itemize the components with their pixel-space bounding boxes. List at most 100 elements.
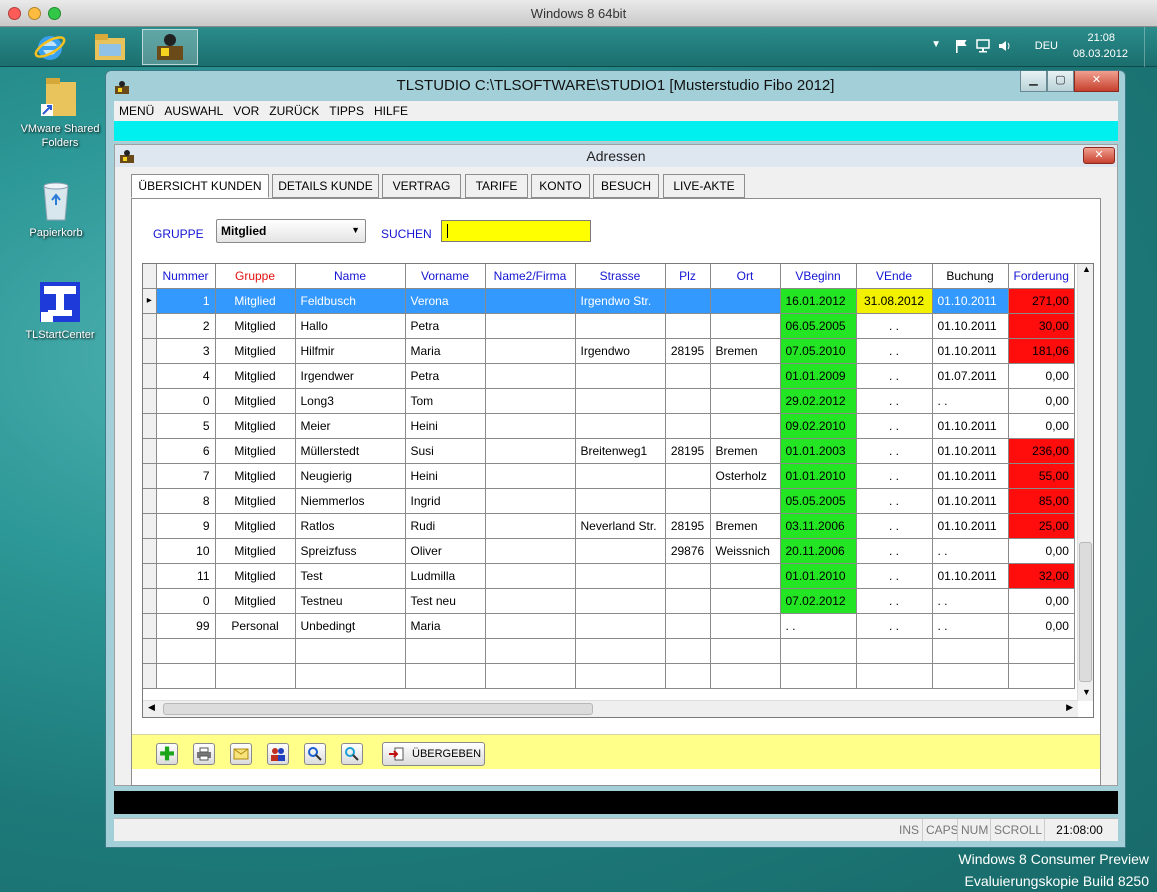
cell-name2-firma[interactable] xyxy=(485,338,576,364)
cell-ort[interactable] xyxy=(710,388,781,414)
cell-plz[interactable]: 28195 xyxy=(665,438,711,464)
cell-name2-firma[interactable] xyxy=(485,413,576,439)
cell-name2-firma[interactable] xyxy=(485,438,576,464)
cell-vbeginn[interactable]: 01.01.2009 xyxy=(780,363,857,389)
row-indicator[interactable] xyxy=(143,563,157,589)
cell-vbeginn[interactable]: 16.01.2012 xyxy=(780,288,857,314)
cell-buchung[interactable]: 01.10.2011 xyxy=(932,438,1009,464)
scroll-down-icon[interactable]: ▼ xyxy=(1082,687,1091,697)
child-close-button[interactable]: ✕ xyxy=(1083,147,1115,164)
cell-gruppe[interactable]: Mitglied xyxy=(215,363,296,389)
table-row[interactable]: 0 Mitglied Testneu Test neu 07.02.2012. .. .… xyxy=(143,588,1075,614)
table-row[interactable]: 8 Mitglied Niemmerlos Ingrid 05.05.2005. . 01… xyxy=(143,488,1075,514)
cell-nummer[interactable]: 9 xyxy=(156,513,216,539)
tab-details-kunde[interactable]: DETAILS KUNDE xyxy=(272,174,379,198)
cell-vorname[interactable]: Verona xyxy=(405,288,486,314)
cell-ort[interactable] xyxy=(710,313,781,339)
table-row[interactable]: 2 Mitglied Hallo Petra 06.05.2005. . 01.10.20… xyxy=(143,313,1075,339)
tlstudio-app-icon[interactable] xyxy=(142,29,198,65)
cell-vorname[interactable]: Maria xyxy=(405,338,486,364)
cell-vorname[interactable]: Heini xyxy=(405,413,486,439)
cell-nummer[interactable]: 0 xyxy=(156,388,216,414)
column-header-strasse[interactable]: Strasse xyxy=(575,264,666,289)
cell-gruppe[interactable]: Mitglied xyxy=(215,338,296,364)
cell-gruppe[interactable]: Mitglied xyxy=(215,438,296,464)
zoom-light-icon[interactable] xyxy=(48,7,61,20)
kunden-table[interactable]: Nummer Gruppe Name Vorname Name2/Firma S… xyxy=(142,263,1094,718)
cell-strasse[interactable] xyxy=(575,588,666,614)
uebergeben-button[interactable]: ÜBERGEBEN xyxy=(382,742,485,766)
cell-vbeginn[interactable]: 06.05.2005 xyxy=(780,313,857,339)
maximize-button[interactable]: ▢ xyxy=(1047,71,1074,92)
cell-plz[interactable] xyxy=(665,613,711,639)
cell-vbeginn[interactable]: 01.01.2010 xyxy=(780,563,857,589)
cell-vorname[interactable]: Oliver xyxy=(405,538,486,564)
cell-plz[interactable] xyxy=(665,388,711,414)
cell-plz[interactable] xyxy=(665,488,711,514)
cell-vorname[interactable]: Maria xyxy=(405,613,486,639)
cell-nummer[interactable]: 7 xyxy=(156,463,216,489)
menu-item-tipps[interactable]: TIPPS xyxy=(324,101,369,121)
horizontal-scroll-thumb[interactable] xyxy=(163,703,593,715)
cell-vbeginn[interactable]: . . xyxy=(780,613,857,639)
table-row[interactable]: 7 Mitglied Neugierig Heini Osterholz 01.01.20… xyxy=(143,463,1075,489)
cell-vende[interactable]: . . xyxy=(856,538,933,564)
cell-gruppe[interactable]: Mitglied xyxy=(215,413,296,439)
column-header-name[interactable]: Name xyxy=(295,264,406,289)
cell-plz[interactable] xyxy=(665,413,711,439)
row-indicator[interactable] xyxy=(143,363,157,389)
row-indicator[interactable] xyxy=(143,588,157,614)
column-header-forderung[interactable]: Forderung xyxy=(1008,264,1075,289)
cell-vbeginn[interactable]: 01.01.2003 xyxy=(780,438,857,464)
cell-plz[interactable]: 28195 xyxy=(665,513,711,539)
cell-gruppe[interactable]: Mitglied xyxy=(215,388,296,414)
cell-name[interactable]: Long3 xyxy=(295,388,406,414)
internet-explorer-icon[interactable] xyxy=(22,29,78,65)
cell-nummer[interactable]: 0 xyxy=(156,588,216,614)
cell-vorname[interactable]: Ludmilla xyxy=(405,563,486,589)
cell-name2-firma[interactable] xyxy=(485,538,576,564)
menu-item-hilfe[interactable]: HILFE xyxy=(369,101,413,121)
column-header-gruppe[interactable]: Gruppe xyxy=(215,264,296,289)
row-indicator[interactable] xyxy=(143,313,157,339)
cell-plz[interactable]: 28195 xyxy=(665,338,711,364)
cell-strasse[interactable] xyxy=(575,388,666,414)
column-header-buchung[interactable]: Buchung xyxy=(932,264,1009,289)
cell-name2-firma[interactable] xyxy=(485,313,576,339)
cell-name[interactable]: Test xyxy=(295,563,406,589)
cell-gruppe[interactable]: Mitglied xyxy=(215,288,296,314)
mail-icon[interactable] xyxy=(230,743,252,765)
network-icon[interactable] xyxy=(975,38,991,54)
cell-plz[interactable]: 29876 xyxy=(665,538,711,564)
row-indicator[interactable]: ▸ xyxy=(143,288,157,314)
cell-name[interactable]: Hallo xyxy=(295,313,406,339)
cell-strasse[interactable] xyxy=(575,538,666,564)
cell-vende[interactable]: 31.08.2012 xyxy=(856,288,933,314)
cell-buchung[interactable]: 01.10.2011 xyxy=(932,563,1009,589)
column-header-vbeginn[interactable]: VBeginn xyxy=(780,264,857,289)
cell-strasse[interactable] xyxy=(575,463,666,489)
cell-plz[interactable] xyxy=(665,463,711,489)
column-header-vorname[interactable]: Vorname xyxy=(405,264,486,289)
cell-ort[interactable] xyxy=(710,413,781,439)
cell-nummer[interactable]: 6 xyxy=(156,438,216,464)
cell-strasse[interactable]: Breitenweg1 xyxy=(575,438,666,464)
cell-vorname[interactable]: Test neu xyxy=(405,588,486,614)
tab-konto[interactable]: KONTO xyxy=(531,174,590,198)
table-row[interactable]: 5 Mitglied Meier Heini 09.02.2010. . 01.10.20… xyxy=(143,413,1075,439)
column-header-name2-firma[interactable]: Name2/Firma xyxy=(485,264,576,289)
cell-nummer[interactable]: 5 xyxy=(156,413,216,439)
cell-vorname[interactable]: Heini xyxy=(405,463,486,489)
cell-strasse[interactable] xyxy=(575,613,666,639)
cell-forderung[interactable]: 30,00 xyxy=(1008,313,1075,339)
cell-strasse[interactable] xyxy=(575,363,666,389)
row-indicator[interactable] xyxy=(143,438,157,464)
cell-vbeginn[interactable]: 01.01.2010 xyxy=(780,463,857,489)
column-header-plz[interactable]: Plz xyxy=(665,264,711,289)
cell-forderung[interactable]: 32,00 xyxy=(1008,563,1075,589)
cell-buchung[interactable]: 01.10.2011 xyxy=(932,313,1009,339)
file-explorer-icon[interactable] xyxy=(82,29,138,65)
suchen-input[interactable] xyxy=(441,220,591,242)
cell-nummer[interactable]: 1 xyxy=(156,288,216,314)
cell-forderung[interactable]: 0,00 xyxy=(1008,588,1075,614)
